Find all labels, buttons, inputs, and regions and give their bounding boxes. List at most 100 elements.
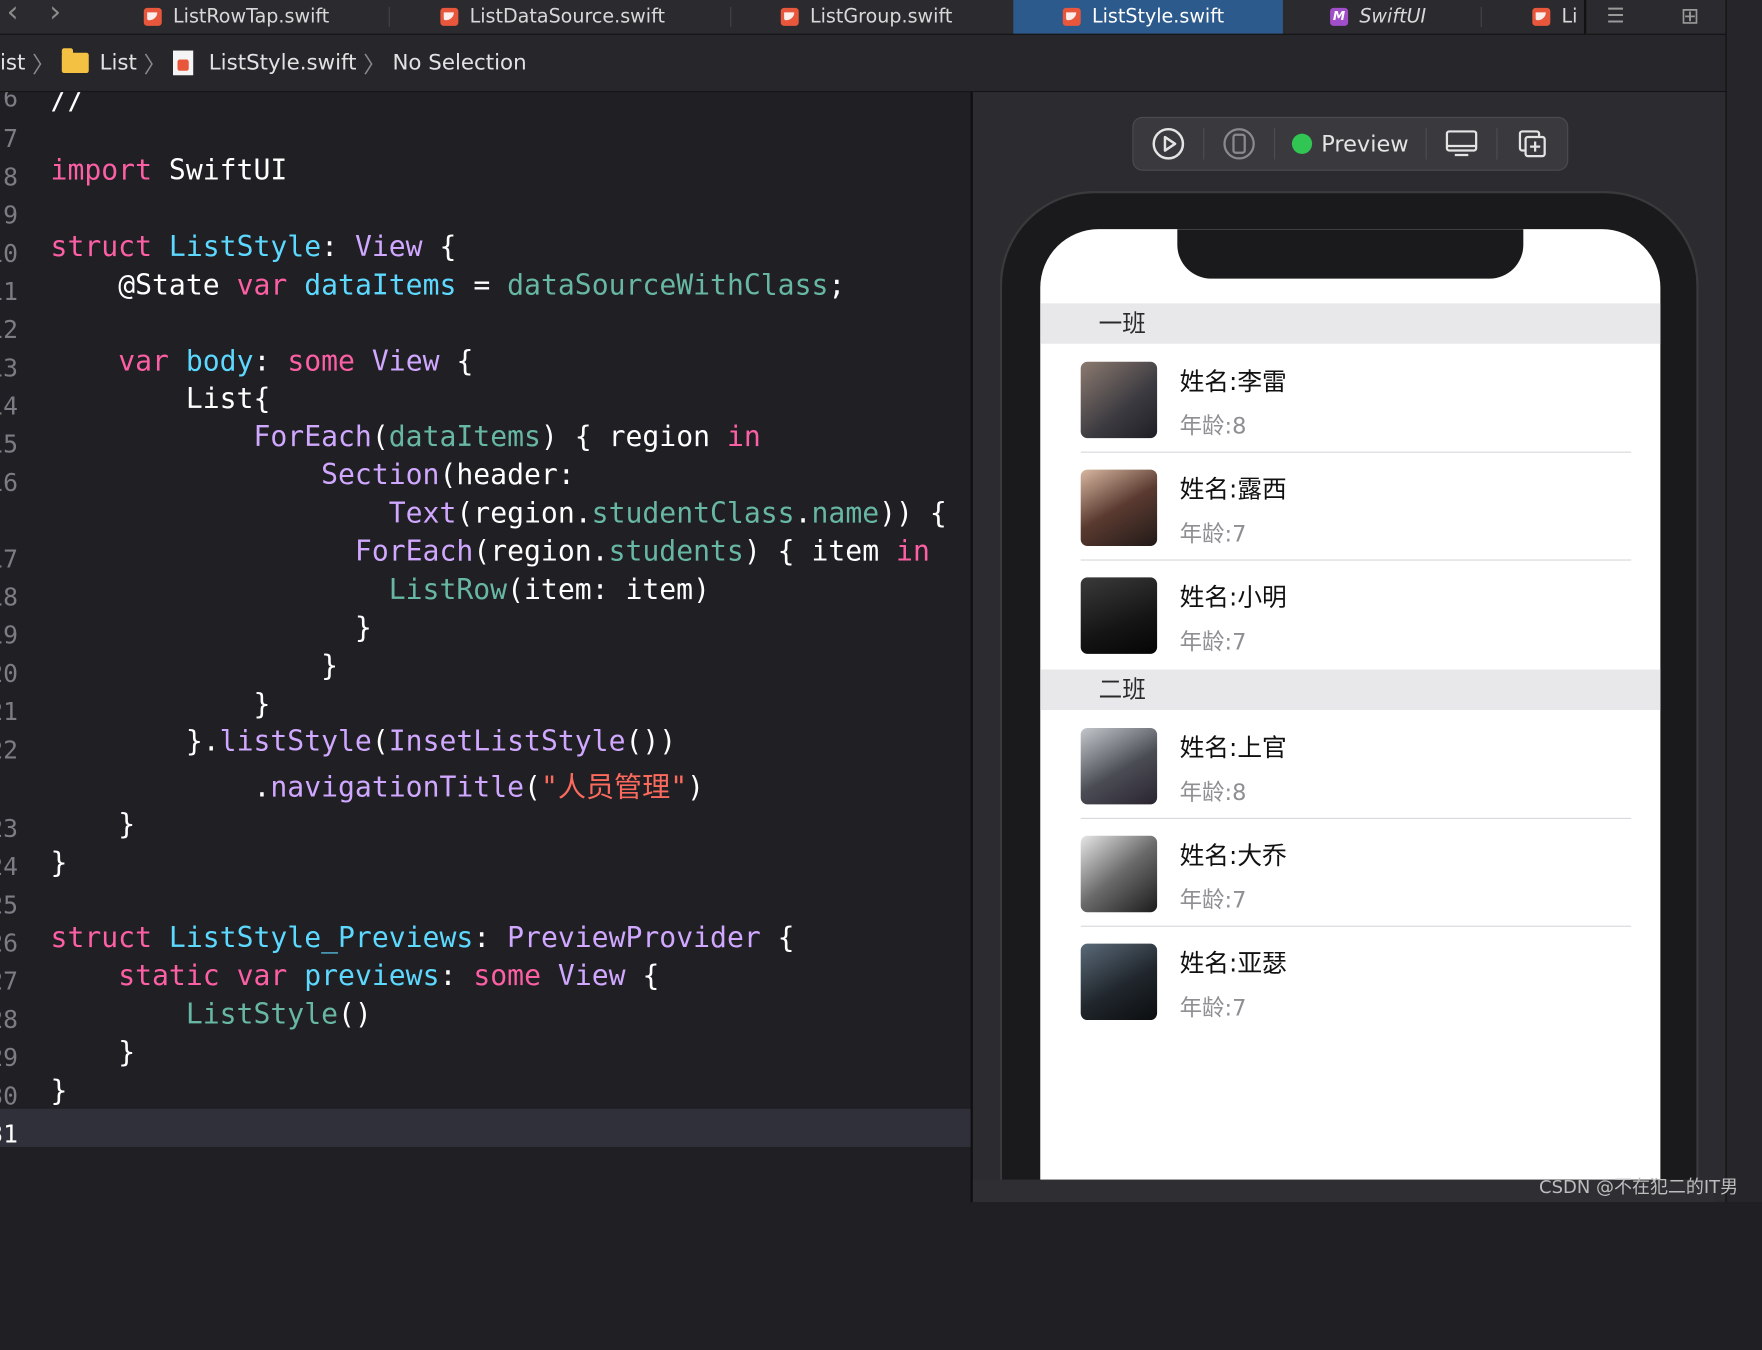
breadcrumb-selection[interactable]: No Selection [392,51,526,76]
code-line-16-wrap: Text(region.studentClass.name)) { [388,496,947,530]
play-icon[interactable] [1134,118,1204,170]
breadcrumb: ist 〉 List 〉 ListStyle.swift 〉 No Select… [0,34,1726,93]
swift-file-icon [780,7,799,26]
list-item[interactable]: 姓名:上官 年龄:8 [1080,710,1632,819]
student-name: 姓名:露西 [1179,476,1287,505]
line-number: 22 [0,736,18,766]
code-line-14: List{ [185,381,271,415]
line-number: 21 [0,698,18,727]
student-age: 年龄:7 [1179,886,1247,914]
code-line-8: import SwiftUI [50,153,288,187]
code-line-23: } [118,807,136,841]
code-line-18: ListRow(item: item) [388,572,711,606]
device-screen[interactable]: 一班 姓名:李雷 年龄:8 姓名:露西 年龄:7 姓名:小明 年龄:7 二班 姓… [1040,229,1661,1203]
student-name: 姓名:李雷 [1179,368,1287,397]
tab-listgroup[interactable]: ListGroup.swift [780,0,953,34]
line-number: 26 [0,930,18,959]
code-line-6: // [50,92,85,116]
folder-icon [61,48,89,74]
line-number: 11 [0,278,18,307]
watermark: CSDN @不在犯二的IT男 [1539,1176,1739,1198]
code-line-22-wrap: .navigationTitle("人员管理") [253,770,705,804]
inspector-edge [1725,0,1762,1203]
student-age: 年龄:8 [1179,412,1247,440]
code-line-29: } [118,1035,136,1069]
preview-toolbar: Preview [1132,116,1569,171]
code-line-15: ForEach(dataItems) { region in [253,420,761,453]
breadcrumb-folder[interactable]: List [100,51,137,76]
code-line-19: } [354,611,372,644]
line-number: 9 [3,202,18,231]
avatar [1080,943,1158,1021]
line-number: 29 [0,1044,18,1073]
editor-tab-bar: ‹ › ListRowTap.swift ListDataSource.swif… [0,0,1726,35]
code-line-30: } [50,1073,68,1107]
tab-label: SwiftUI [1359,5,1427,29]
preview-label: Preview [1321,130,1409,158]
preview-live-toggle[interactable]: Preview [1275,118,1426,170]
line-number: 31 [0,1121,18,1150]
line-number: 23 [0,815,18,844]
tab-label: ListDataSource.swift [469,5,665,29]
line-number: 18 [0,584,18,613]
code-line-21: } [253,687,271,721]
live-indicator-dot [1291,133,1313,154]
code-line-24: } [50,845,68,879]
device-icon[interactable] [1204,118,1274,170]
list-item[interactable]: 姓名:小明 年龄:7 [1080,559,1631,667]
code-line-26: struct ListStyle_Previews: PreviewProvid… [50,921,795,954]
avatar [1080,361,1158,439]
avatar [1080,469,1158,546]
list-item[interactable]: 姓名:亚瑟 年龄:7 [1080,926,1631,1034]
line-number: 8 [3,164,18,193]
list-item[interactable]: 姓名:李雷 年龄:8 [1080,344,1632,453]
xcode-window: ‹ › ListRowTap.swift ListDataSource.swif… [0,0,1762,1203]
code-line-10: struct ListStyle: View { [50,230,457,263]
swift-file-icon [172,50,194,76]
device-settings-icon[interactable] [1427,118,1497,170]
swift-file-icon [1532,7,1551,26]
student-name: 姓名:亚瑟 [1179,950,1287,979]
current-line-highlight [0,1108,972,1147]
line-number: 6 [3,92,18,114]
section-header: 二班 [1040,669,1661,710]
forward-arrow-icon[interactable]: › [49,0,61,29]
tab-listdatasource[interactable]: ListDataSource.swift [440,0,665,34]
breadcrumb-project[interactable]: ist [0,51,25,76]
line-number: 20 [0,660,18,689]
back-arrow-icon[interactable]: ‹ [7,0,19,29]
code-line-27: static var previews: some View { [118,959,660,992]
tab-swiftui[interactable]: M SwiftUI [1330,0,1426,34]
code-editor[interactable]: 6 7 8 9 10 11 12 13 14 15 16 17 18 19 20 21 22 23 24 25 26 27… [0,92,972,1203]
swift-file-icon [440,7,459,26]
code-line-17: ForEach(region.students) { item in [354,534,930,568]
line-number: 13 [0,354,18,384]
line-number: 10 [0,240,18,269]
duplicate-preview-icon[interactable] [1497,118,1567,170]
swift-file-icon [143,7,162,26]
add-editor-icon[interactable]: ⊞ [1681,2,1700,29]
tab-label: ListRowTap.swift [173,5,330,29]
code-line-28: ListStyle() [185,997,372,1031]
tab-li[interactable]: Li [1532,0,1577,34]
list-item[interactable]: 姓名:大乔 年龄:7 [1080,818,1632,927]
list-item[interactable]: 姓名:露西 年龄:7 [1080,452,1632,561]
code-line-20: } [321,649,339,682]
avatar [1080,577,1158,654]
line-number: 19 [0,622,18,651]
notch [1177,229,1524,279]
line-number: 27 [0,968,18,997]
student-name: 姓名:上官 [1179,734,1287,763]
tab-label: ListGroup.swift [809,5,953,29]
avatar [1080,835,1158,913]
breadcrumb-file[interactable]: ListStyle.swift [209,51,357,76]
code-line-13: var body: some View { [118,344,474,378]
tab-liststyle[interactable]: ListStyle.swift [1013,0,1283,34]
student-age: 年龄:7 [1179,994,1247,1022]
editor-options-icon[interactable]: ☰ [1606,4,1624,28]
swift-file-icon [1062,7,1081,26]
line-number: 17 [0,545,18,575]
tab-listrowtap[interactable]: ListRowTap.swift [143,0,330,34]
line-number: 28 [0,1006,18,1035]
line-number: 14 [0,393,18,422]
